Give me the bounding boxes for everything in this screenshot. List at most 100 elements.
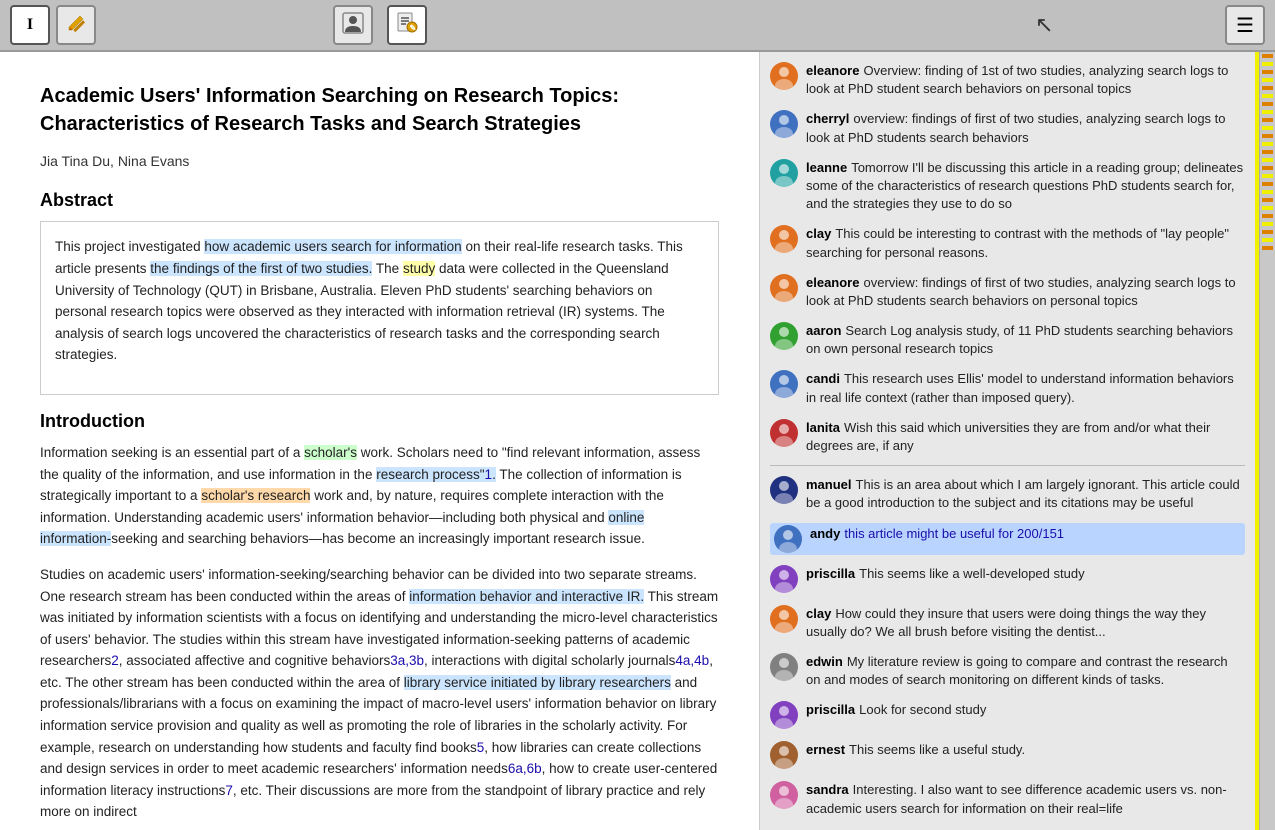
ref-1-link[interactable]: 1 xyxy=(485,467,493,482)
comment-avatar xyxy=(770,701,798,729)
article-authors: Jia Tina Du, Nina Evans xyxy=(40,150,719,172)
comment-item[interactable]: eleanoreOverview: finding of 1st of two … xyxy=(770,60,1245,100)
scroll-marker-4 xyxy=(1262,78,1273,82)
comment-username: sandra xyxy=(806,782,849,797)
comment-username: andy xyxy=(810,526,840,541)
comment-text: overview: findings of first of two studi… xyxy=(806,275,1236,308)
comment-text: My literature review is going to compare… xyxy=(806,654,1228,687)
ref-6-link[interactable]: 6a,6b xyxy=(508,761,542,776)
article-panel: Academic Users' Information Searching on… xyxy=(0,52,760,830)
comment-username: eleanore xyxy=(806,63,859,78)
comments-panel: eleanoreOverview: finding of 1st of two … xyxy=(760,52,1259,830)
comment-item[interactable]: clayHow could they insure that users wer… xyxy=(770,603,1245,643)
comment-content: manuelThis is an area about which I am l… xyxy=(806,476,1245,512)
comment-text: Overview: finding of 1st of two studies,… xyxy=(806,63,1228,96)
comment-avatar xyxy=(770,781,798,809)
cursor-icon: I xyxy=(27,16,33,34)
abstract-heading: Abstract xyxy=(40,190,719,211)
scroll-marker-16 xyxy=(1262,174,1273,178)
comment-content: leanneTomorrow I'll be discussing this a… xyxy=(806,159,1245,214)
comment-item[interactable]: leanneTomorrow I'll be discussing this a… xyxy=(770,157,1245,216)
comment-username: candi xyxy=(806,371,840,386)
document-annotate-icon: ✎ xyxy=(396,12,418,39)
scroll-marker-14 xyxy=(1262,158,1273,162)
scroll-marker-20 xyxy=(1262,206,1273,210)
intro-para-2: Studies on academic users' information-s… xyxy=(40,564,719,823)
comment-content: priscillaLook for second study xyxy=(806,701,1245,719)
comment-content: edwinMy literature review is going to co… xyxy=(806,653,1245,689)
comment-avatar xyxy=(770,741,798,769)
comment-content: andythis article might be useful for 200… xyxy=(810,525,1241,543)
document-annotate-tool[interactable]: ✎ xyxy=(387,5,427,45)
comment-item[interactable]: sandraInteresting. I also want to see di… xyxy=(770,779,1245,819)
comment-text: This could be interesting to contrast wi… xyxy=(806,226,1229,259)
comment-item[interactable]: manuelThis is an area about which I am l… xyxy=(770,474,1245,514)
scroll-marker-11 xyxy=(1262,134,1273,138)
comment-text: How could they insure that users were do… xyxy=(806,606,1206,639)
menu-button[interactable]: ☰ xyxy=(1225,5,1265,45)
comment-text: This seems like a well-developed study xyxy=(859,566,1084,581)
comment-item[interactable]: cherryloverview: findings of first of tw… xyxy=(770,108,1245,148)
comment-text: overview: findings of first of two studi… xyxy=(806,111,1226,144)
comment-content: ernest This seems like a useful study. xyxy=(806,741,1245,759)
comment-username: ernest xyxy=(806,742,845,757)
scroll-marker-5 xyxy=(1262,86,1273,90)
comment-avatar xyxy=(770,110,798,138)
comment-text: This is an area about which I am largely… xyxy=(806,477,1240,510)
article-title: Academic Users' Information Searching on… xyxy=(40,82,719,138)
toolbar: I xyxy=(0,0,1275,52)
comment-item[interactable]: clayThis could be interesting to contras… xyxy=(770,223,1245,263)
intro-para-1: Information seeking is an essential part… xyxy=(40,442,719,550)
center-tools: ✎ xyxy=(102,5,664,45)
comment-item[interactable]: candiThis research uses Ellis' model to … xyxy=(770,368,1245,408)
ref-2-link[interactable]: 2 xyxy=(111,653,119,668)
scroll-marker-21 xyxy=(1262,214,1273,218)
comment-item[interactable]: ernest This seems like a useful study. xyxy=(770,739,1245,771)
comment-content: priscillaThis seems like a well-develope… xyxy=(806,565,1245,583)
cursor-position-indicator: ↖ xyxy=(1035,12,1053,38)
scroll-marker-22 xyxy=(1262,222,1273,226)
ref-5-link[interactable]: 5 xyxy=(477,740,485,755)
comment-item[interactable]: eleanoreoverview: findings of first of t… xyxy=(770,272,1245,312)
ref-4-link[interactable]: 4a,4b xyxy=(675,653,709,668)
comment-separator xyxy=(770,465,1245,466)
abstract-text: This project investigated how academic u… xyxy=(55,236,704,366)
scroll-marker-3 xyxy=(1262,70,1273,74)
comment-text: Look for second study xyxy=(859,702,986,717)
comment-item[interactable]: edwinMy literature review is going to co… xyxy=(770,651,1245,691)
comment-avatar xyxy=(770,370,798,398)
comment-username: cherryl xyxy=(806,111,849,126)
scroll-marker-19 xyxy=(1262,198,1273,202)
comment-content: cherryloverview: findings of first of tw… xyxy=(806,110,1245,146)
comment-avatar xyxy=(774,525,802,553)
comment-item[interactable]: priscillaLook for second study xyxy=(770,699,1245,731)
scroll-marker-15 xyxy=(1262,166,1273,170)
main-content: Academic Users' Information Searching on… xyxy=(0,52,1275,830)
comment-item[interactable]: lanitaWish this said which universities … xyxy=(770,417,1245,457)
comment-avatar xyxy=(770,159,798,187)
comment-text: Search Log analysis study, of 11 PhD stu… xyxy=(806,323,1233,356)
ref-3-link[interactable]: 3a,3b xyxy=(390,653,424,668)
comment-item[interactable]: aaronSearch Log analysis study, of 11 Ph… xyxy=(770,320,1245,360)
comment-content: sandraInteresting. I also want to see di… xyxy=(806,781,1245,817)
comment-content: eleanoreoverview: findings of first of t… xyxy=(806,274,1245,310)
toolbar-right: ☰ xyxy=(1225,5,1265,45)
comment-content: aaronSearch Log analysis study, of 11 Ph… xyxy=(806,322,1245,358)
comment-avatar xyxy=(770,653,798,681)
comment-content: eleanoreOverview: finding of 1st of two … xyxy=(806,62,1245,98)
ref-7-link[interactable]: 7 xyxy=(225,783,233,798)
comment-item[interactable]: andythis article might be useful for 200… xyxy=(770,523,1245,555)
profile-tool[interactable] xyxy=(333,5,373,45)
comment-username: clay xyxy=(806,606,831,621)
comment-username: lanita xyxy=(806,420,840,435)
comment-username: leanne xyxy=(806,160,847,175)
comment-username: eleanore xyxy=(806,275,859,290)
pencil-tool[interactable] xyxy=(56,5,96,45)
scroll-marker-18 xyxy=(1262,190,1273,194)
cursor-tool[interactable]: I xyxy=(10,5,50,45)
comment-item[interactable]: priscillaThis seems like a well-develope… xyxy=(770,563,1245,595)
right-scrollbar-strip xyxy=(1259,52,1275,830)
comment-username: aaron xyxy=(806,323,841,338)
profile-icon xyxy=(342,12,364,39)
comment-text: This seems like a useful study. xyxy=(849,742,1025,757)
